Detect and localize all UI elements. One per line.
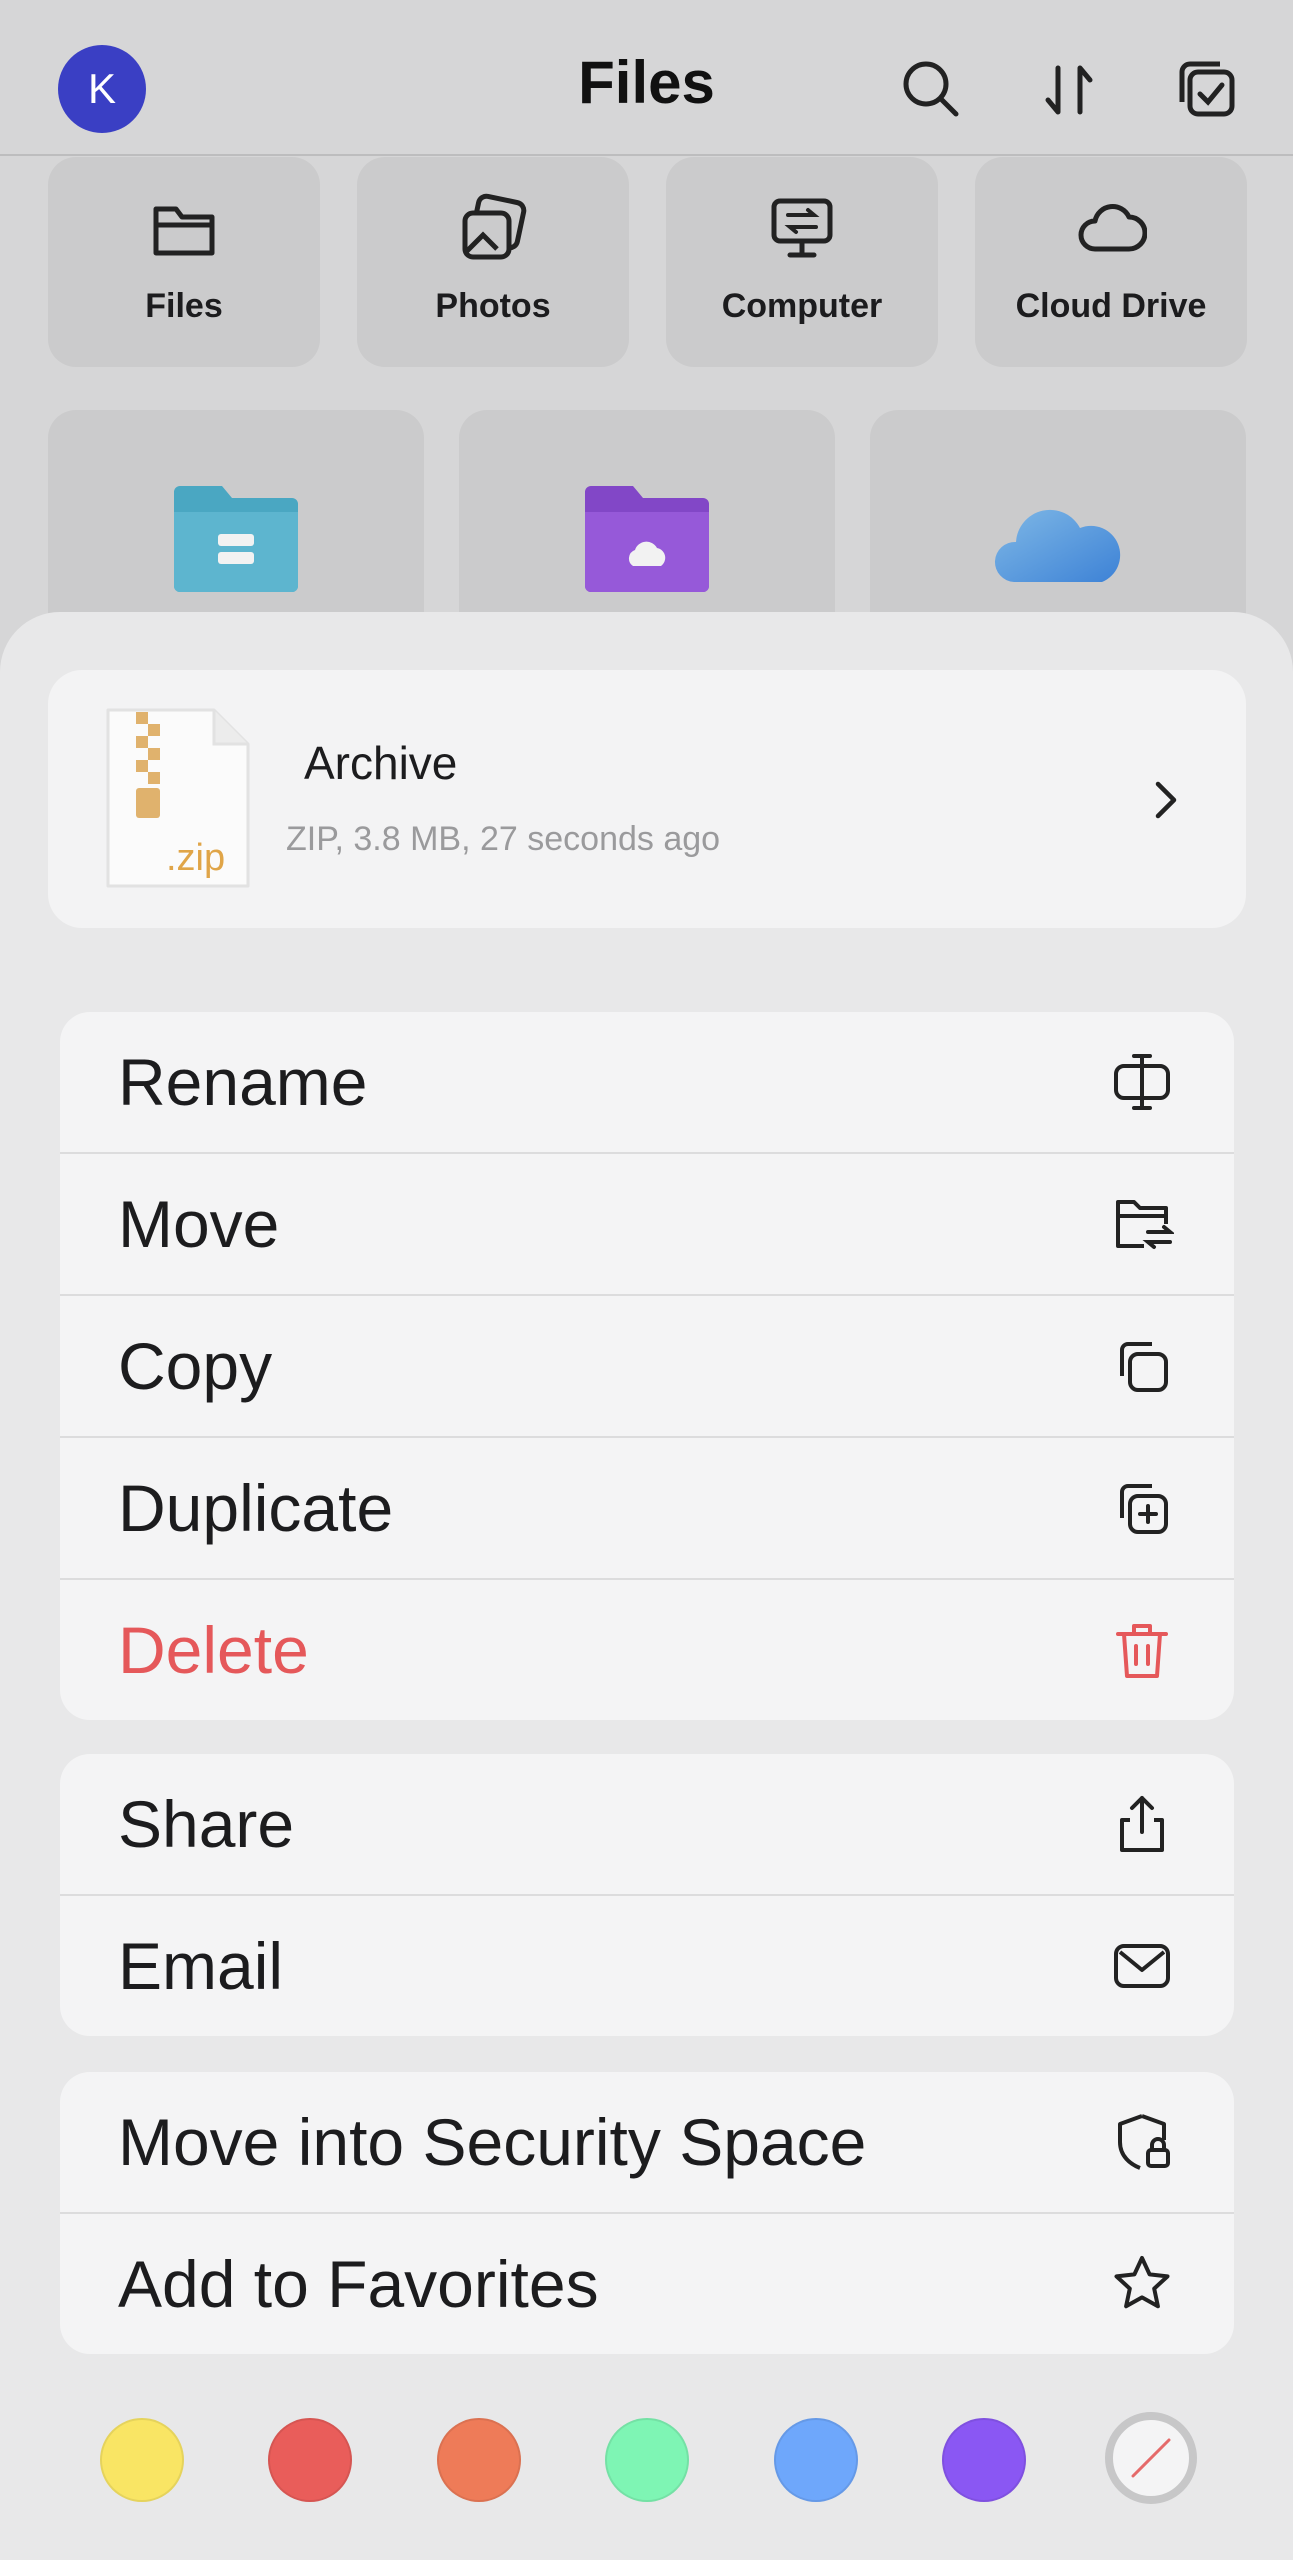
zip-file-icon: .zip xyxy=(104,706,252,890)
select-icon[interactable] xyxy=(1172,54,1242,124)
sort-icon[interactable] xyxy=(1034,54,1104,124)
computer-icon xyxy=(766,193,838,265)
file-meta: ZIP, 3.8 MB, 27 seconds ago xyxy=(286,820,721,858)
envelope-icon xyxy=(1110,1934,1174,1998)
menu-item-favorites[interactable]: Add to Favorites xyxy=(60,2214,1234,2354)
background-page: K Files Files Photos Computer Cloud Driv… xyxy=(0,0,1293,710)
menu-group-file-actions: Rename Move Copy Duplicate Delete xyxy=(60,1012,1234,1720)
menu-item-label: Rename xyxy=(118,1045,368,1119)
photos-icon xyxy=(457,193,529,265)
action-sheet: .zip Archive ZIP, 3.8 MB, 27 seconds ago… xyxy=(0,612,1293,2560)
menu-item-share[interactable]: Share xyxy=(60,1754,1234,1896)
category-cloud-drive[interactable]: Cloud Drive xyxy=(975,157,1247,367)
color-tag-none[interactable] xyxy=(1105,2412,1197,2504)
menu-item-email[interactable]: Email xyxy=(60,1896,1234,2036)
category-label: Photos xyxy=(435,287,551,325)
file-info-card[interactable]: .zip Archive ZIP, 3.8 MB, 27 seconds ago xyxy=(48,670,1246,928)
color-tag-orange[interactable] xyxy=(437,2418,521,2502)
menu-item-security-space[interactable]: Move into Security Space xyxy=(60,2072,1234,2214)
copy-icon xyxy=(1110,1334,1174,1398)
rename-icon xyxy=(1110,1050,1174,1114)
trash-icon xyxy=(1110,1618,1174,1682)
category-label: Files xyxy=(145,287,223,325)
duplicate-icon xyxy=(1110,1476,1174,1540)
menu-item-rename[interactable]: Rename xyxy=(60,1012,1234,1154)
menu-item-label: Copy xyxy=(118,1329,273,1403)
menu-group-share: Share Email xyxy=(60,1754,1234,2036)
share-icon xyxy=(1110,1792,1174,1856)
shield-lock-icon xyxy=(1110,2110,1174,2174)
menu-item-label: Duplicate xyxy=(118,1471,394,1545)
category-files[interactable]: Files xyxy=(48,157,320,367)
category-label: Cloud Drive xyxy=(1015,287,1207,325)
menu-item-move[interactable]: Move xyxy=(60,1154,1234,1296)
color-tag-blue[interactable] xyxy=(774,2418,858,2502)
menu-item-copy[interactable]: Copy xyxy=(60,1296,1234,1438)
menu-item-label: Email xyxy=(118,1929,284,2003)
menu-item-duplicate[interactable]: Duplicate xyxy=(60,1438,1234,1580)
color-tag-purple[interactable] xyxy=(942,2418,1026,2502)
category-computer[interactable]: Computer xyxy=(666,157,938,367)
menu-item-label: Delete xyxy=(118,1613,309,1687)
menu-item-label: Move into Security Space xyxy=(118,2105,867,2179)
color-tag-red[interactable] xyxy=(268,2418,352,2502)
cloud-outline-icon xyxy=(1075,193,1148,265)
menu-item-delete[interactable]: Delete xyxy=(60,1580,1234,1720)
file-name: Archive xyxy=(304,737,458,789)
color-tag-yellow[interactable] xyxy=(100,2418,184,2502)
category-label: Computer xyxy=(721,287,883,325)
zip-ext-label: .zip xyxy=(166,837,225,879)
menu-group-organize: Move into Security Space Add to Favorite… xyxy=(60,2072,1234,2354)
color-tag-green[interactable] xyxy=(605,2418,689,2502)
star-icon xyxy=(1110,2252,1174,2316)
color-tag-row xyxy=(0,2412,1293,2508)
search-icon[interactable] xyxy=(896,54,966,124)
menu-item-label: Move xyxy=(118,1187,280,1261)
category-photos[interactable]: Photos xyxy=(357,157,629,367)
move-folder-icon xyxy=(1110,1192,1176,1256)
top-bar: K Files xyxy=(0,0,1293,156)
folder-outline-icon xyxy=(148,193,220,265)
icloud-icon xyxy=(994,509,1121,582)
chevron-right-icon[interactable] xyxy=(1148,778,1184,822)
menu-item-label: Share xyxy=(118,1787,295,1861)
menu-item-label: Add to Favorites xyxy=(118,2247,599,2321)
folder-teal-icon xyxy=(174,486,298,592)
no-color-slash-icon xyxy=(1131,2438,1171,2478)
folder-purple-icon xyxy=(585,486,709,592)
